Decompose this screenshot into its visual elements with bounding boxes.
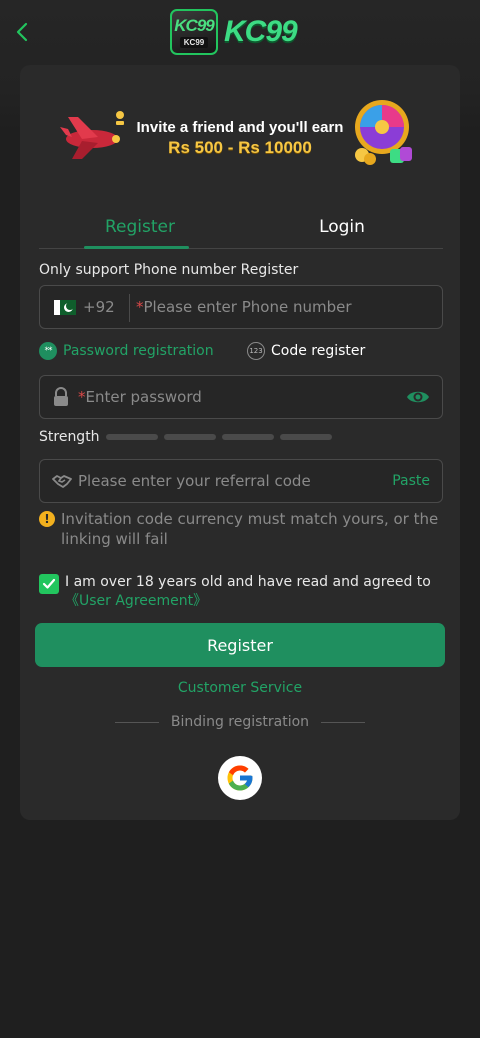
tab-login[interactable]: Login	[241, 205, 443, 249]
logo-badge: KC99 KC99	[170, 9, 218, 55]
banner-reward: Rs 500 - Rs 10000	[168, 138, 312, 157]
code-register-option[interactable]: 123 Code register	[247, 342, 365, 360]
invite-banner[interactable]: Invite a friend and you'll earn Rs 500 -…	[58, 89, 422, 169]
agreement-text: I am over 18 years old and have read and…	[65, 573, 443, 611]
active-tab-indicator	[84, 246, 189, 249]
logo-badge-bottom: KC99	[179, 36, 209, 48]
phone-placeholder: Please enter Phone number	[143, 298, 352, 316]
strength-bar	[279, 434, 332, 440]
chevron-left-icon	[16, 22, 28, 42]
register-mode-options: ** Password registration 123 Code regist…	[39, 342, 443, 364]
lock-icon	[54, 387, 68, 406]
divider-line	[321, 721, 366, 723]
password-input[interactable]: *Enter password	[78, 388, 202, 406]
password-registration-option[interactable]: ** Password registration	[39, 342, 214, 360]
agreement-statement: I am over 18 years old and have read and…	[65, 574, 431, 590]
strength-label: Strength	[39, 429, 100, 445]
checkbox-check-icon	[42, 578, 56, 589]
divider-line	[114, 721, 159, 723]
password-field[interactable]: *Enter password	[39, 375, 443, 419]
agreement-checkbox[interactable]	[39, 574, 59, 594]
customer-service-link[interactable]: Customer Service	[20, 680, 460, 696]
handshake-icon	[52, 475, 72, 488]
pakistan-flag-icon	[54, 300, 76, 315]
logo-badge-top: KC99	[174, 15, 214, 35]
password-strength: Strength	[39, 429, 338, 445]
auth-tabs: Register Login	[39, 205, 443, 249]
tab-register[interactable]: Register	[39, 205, 241, 249]
app-logo: KC99 KC99 KC99	[170, 8, 312, 56]
password-mode-icon: **	[39, 342, 57, 360]
prize-wheel-illustration	[355, 100, 412, 165]
support-hint: Only support Phone number Register	[39, 262, 299, 278]
required-mark: *	[78, 388, 86, 406]
user-agreement-link[interactable]: 《User Agreement》	[65, 592, 443, 611]
banner-text: Invite a friend and you'll earn Rs 500 -…	[130, 119, 350, 159]
paste-button[interactable]: Paste	[392, 473, 430, 489]
plane-illustration	[60, 111, 124, 159]
strength-bar	[221, 434, 274, 440]
required-mark: *	[136, 298, 144, 316]
back-button[interactable]	[10, 20, 34, 44]
code-mode-icon: 123	[247, 342, 265, 360]
banner-line1: Invite a friend and you'll earn	[136, 119, 344, 136]
warning-icon: !	[39, 511, 55, 527]
binding-registration: Binding registration	[113, 713, 367, 731]
password-placeholder: Enter password	[85, 388, 202, 406]
google-icon	[227, 765, 253, 791]
field-divider	[129, 294, 130, 322]
google-login-button[interactable]	[218, 756, 262, 800]
referral-input[interactable]: Please enter your referral code	[78, 472, 311, 490]
register-card: Invite a friend and you'll earn Rs 500 -…	[20, 65, 460, 820]
binding-label: Binding registration	[170, 714, 310, 730]
phone-field[interactable]: +92 *Please enter Phone number	[39, 285, 443, 329]
logo-wordmark: KC99	[224, 15, 298, 48]
code-mode-label: Code register	[271, 343, 366, 359]
warning-text: Invitation code currency must match your…	[61, 510, 439, 548]
country-code[interactable]: +92	[83, 298, 115, 316]
referral-field[interactable]: Please enter your referral code Paste	[39, 459, 443, 503]
strength-bar	[163, 434, 216, 440]
password-mode-label: Password registration	[63, 343, 214, 359]
phone-input[interactable]: *Please enter Phone number	[136, 298, 352, 316]
strength-bar	[105, 434, 158, 440]
register-button[interactable]: Register	[35, 623, 445, 667]
eye-icon[interactable]	[406, 388, 430, 406]
